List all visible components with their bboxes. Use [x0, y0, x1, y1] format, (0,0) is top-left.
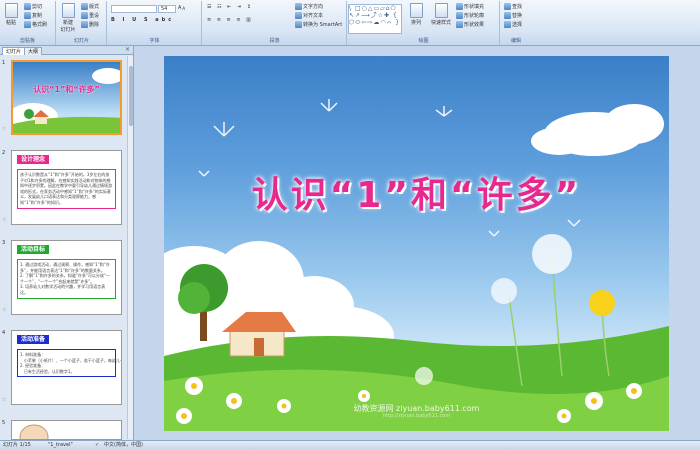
transition-star-icon: ☆	[2, 126, 7, 132]
transition-star-icon: ☆	[2, 397, 7, 403]
language[interactable]: 中文(简体，中国)	[104, 441, 143, 449]
thumbnail-1-image	[13, 62, 120, 133]
align-buttons[interactable]: ≡ ≡ ≡ ≡ ▥	[207, 17, 253, 23]
slide-title[interactable]: 认识“1”和“许多”	[164, 166, 669, 218]
brush-icon	[24, 21, 31, 28]
list-buttons[interactable]: ☰ ☷ ⇤ ⇥ ↕	[207, 4, 253, 10]
delete-slide-button[interactable]: 删除	[81, 21, 99, 28]
font-label: 字体	[149, 38, 160, 44]
tab-outline[interactable]: 大纲	[24, 47, 43, 55]
slide-number: 5	[2, 420, 6, 426]
panel-tabs: 幻灯片 大纲 ×	[0, 46, 133, 55]
reset-icon	[81, 12, 88, 19]
quick-styles-icon	[434, 3, 448, 18]
slide-thumbnail-4[interactable]: 活动准备 1. 材料准备： 小苹果（小纸片）、一个小篮子，若干小篮子，每幼儿一份…	[11, 330, 122, 405]
paragraph-label: 段落	[269, 38, 280, 44]
slide-background-art	[164, 99, 669, 431]
copy-button[interactable]: 复制	[24, 12, 42, 19]
scrollbar-thumb[interactable]	[129, 66, 133, 126]
thumbnail-4-body: 1. 材料准备： 小苹果（小纸片）、一个小篮子，若干小篮子，每幼儿一份。 2. …	[17, 349, 121, 378]
font-format-buttons[interactable]: B I U S abc	[111, 17, 174, 23]
slides-group: 新建 幻灯片 版式 重设 删除 幻灯片	[57, 1, 107, 45]
slide-thumbnail-1[interactable]: 认识“1”和“许多”	[11, 60, 122, 135]
slide-thumbnail-3[interactable]: 活动目标 1. 通过游戏活动，通过观察、操作，感知“1”和“许多”，并能用语言表…	[11, 240, 122, 315]
thumbnail-3-header: 活动目标	[17, 245, 50, 254]
slide-number: 2	[2, 150, 6, 156]
watermark-url: http://ziyuan.baby611.com	[382, 413, 451, 419]
grow-font-button[interactable]: AA	[178, 5, 185, 11]
panel-scrollbar[interactable]	[127, 56, 133, 439]
binoculars-icon	[504, 3, 511, 10]
reset-button[interactable]: 重设	[81, 12, 99, 19]
align-text-icon	[295, 12, 302, 19]
smartart-button[interactable]: 转换为 SmartArt	[295, 21, 342, 28]
drawing-group: \ □○△▭▱⌂⬠ ↖↗⟶⤴☆✚ { ⬡⬭⇦⇨☁◠⌒ } 排列 快速样式 形状填…	[348, 1, 500, 45]
thumbnail-2-body: 孩子认识数是从“1”和“许多”开始的。3岁左右的孩子对1和许多的理解，在感知实践…	[17, 169, 116, 209]
effects-icon	[456, 21, 463, 28]
clipboard-group: 粘贴 剪切 复制 格式刷 剪贴板	[0, 1, 56, 45]
thumbnail-3-body: 1. 通过游戏活动，通过观察、操作，感知“1”和“许多”，并能用语言表达“1”和…	[17, 259, 116, 299]
slides-label: 幻灯片	[73, 38, 89, 44]
thumbnail-4-header: 活动准备	[17, 335, 50, 344]
editing-group: 查找 替换 选择 编辑	[501, 1, 531, 45]
transition-star-icon: ☆	[2, 307, 7, 313]
transition-star-icon: ☆	[2, 217, 7, 223]
drawing-label: 绘图	[418, 38, 429, 44]
quick-styles-button[interactable]: 快速样式	[428, 3, 454, 26]
format-painter-button[interactable]: 格式刷	[24, 21, 47, 28]
slide-editor: 认识“1”和“许多” 幼教资源网 ziyuan.baby611.com http…	[135, 46, 700, 440]
thumbnail-1-title: 认识“1”和“许多”	[33, 85, 100, 94]
status-bar: 幻灯片 1/15 "1_travel" ✓ 中文(简体，中国)	[0, 440, 700, 449]
ribbon: 粘贴 剪切 复制 格式刷 剪贴板 新建 幻灯片 版式 重设 删除 幻灯片 54 …	[0, 0, 700, 46]
slide-number: 1	[2, 60, 6, 66]
new-slide-button[interactable]: 新建 幻灯片	[58, 3, 78, 33]
cursor-icon	[504, 21, 511, 28]
paste-icon	[4, 3, 18, 18]
slide-thumbnail-5[interactable]	[11, 420, 122, 440]
layout-button[interactable]: 版式	[81, 3, 99, 10]
copy-icon	[24, 12, 31, 19]
replace-icon	[504, 12, 511, 19]
text-direction-icon	[295, 3, 302, 10]
fill-icon	[456, 3, 463, 10]
theme-name: "1_travel"	[48, 442, 73, 448]
shapes-gallery[interactable]: \ □○△▭▱⌂⬠ ↖↗⟶⤴☆✚ { ⬡⬭⇦⇨☁◠⌒ }	[348, 4, 402, 34]
replace-button[interactable]: 替换	[504, 12, 522, 19]
smartart-icon	[295, 21, 302, 28]
spellcheck-icon[interactable]: ✓	[95, 441, 99, 449]
shape-effects-button[interactable]: 形状效果	[456, 21, 484, 28]
paste-button[interactable]: 粘贴	[1, 3, 21, 26]
thumbnail-2-header: 设计理念	[17, 155, 50, 164]
arrange-icon	[409, 3, 423, 18]
cut-button[interactable]: 剪切	[24, 3, 42, 10]
slide-panel: 幻灯片 大纲 × 1 认识“1”和“许多” ☆ 2 设计理念 孩子认识数是从“1…	[0, 46, 134, 440]
close-icon[interactable]: ×	[125, 46, 130, 53]
paragraph-group: ☰ ☷ ⇤ ⇥ ↕ ≡ ≡ ≡ ≡ ▥ 文字方向 对齐文本 转换为 SmartA…	[203, 1, 347, 45]
editing-label: 编辑	[510, 38, 521, 44]
current-slide[interactable]: 认识“1”和“许多” 幼教资源网 ziyuan.baby611.com http…	[164, 56, 669, 431]
clipboard-label: 剪贴板	[19, 38, 35, 44]
new-slide-icon	[61, 3, 75, 18]
select-button[interactable]: 选择	[504, 21, 522, 28]
shape-outline-button[interactable]: 形状轮廓	[456, 12, 484, 19]
font-size-field[interactable]: 54	[158, 5, 176, 13]
font-name-field[interactable]	[111, 5, 157, 13]
arrange-button[interactable]: 排列	[406, 3, 426, 26]
thumbnail-5-image	[12, 421, 121, 439]
scissors-icon	[24, 3, 31, 10]
shape-fill-button[interactable]: 形状填充	[456, 3, 484, 10]
slide-counter: 幻灯片 1/15	[3, 442, 31, 448]
layout-icon	[81, 3, 88, 10]
slide-thumbnail-2[interactable]: 设计理念 孩子认识数是从“1”和“许多”开始的。3岁左右的孩子对1和许多的理解，…	[11, 150, 122, 225]
delete-icon	[81, 21, 88, 28]
find-button[interactable]: 查找	[504, 3, 522, 10]
tab-slides[interactable]: 幻灯片	[2, 47, 26, 55]
slide-number: 3	[2, 240, 6, 246]
text-direction-button[interactable]: 文字方向	[295, 3, 323, 10]
slide-number: 4	[2, 330, 6, 336]
font-group: 54 AA B I U S abc 字体	[108, 1, 202, 45]
align-text-button[interactable]: 对齐文本	[295, 12, 323, 19]
outline-icon	[456, 12, 463, 19]
